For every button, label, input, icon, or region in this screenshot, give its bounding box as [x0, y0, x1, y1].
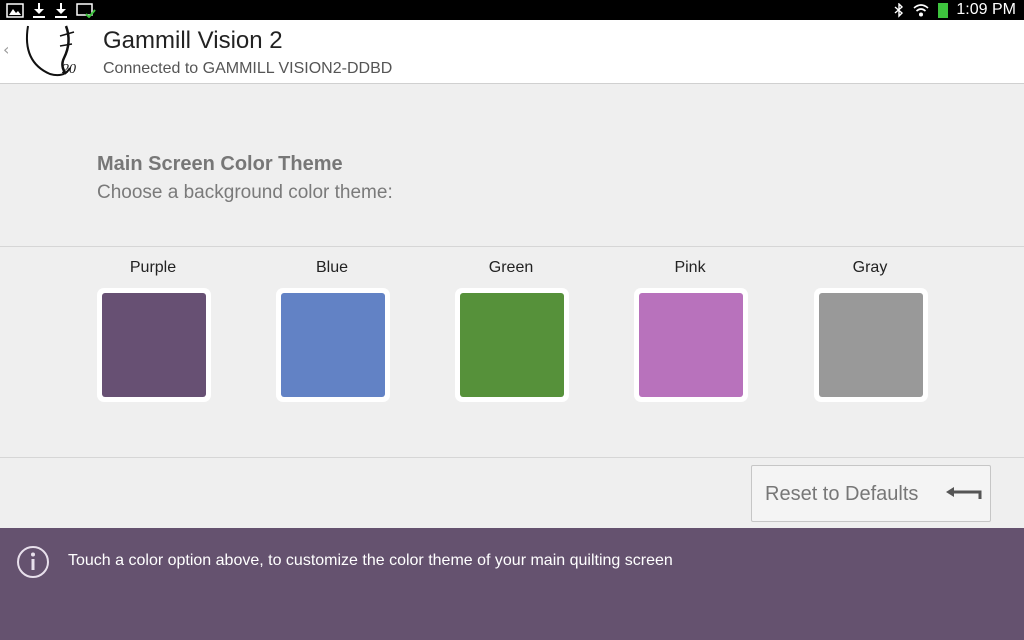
info-icon	[17, 546, 49, 578]
section-title: Main Screen Color Theme	[97, 153, 343, 175]
swatch-frame[interactable]	[455, 288, 569, 402]
color-option-label: Pink	[674, 259, 706, 276]
bluetooth-icon	[894, 2, 904, 18]
color-option-pink[interactable]: Pink	[630, 247, 750, 407]
color-swatch[interactable]	[102, 293, 206, 397]
download-icon	[33, 3, 45, 18]
swatch-frame[interactable]	[634, 288, 748, 402]
color-option-label: Purple	[129, 259, 177, 276]
color-option-gray[interactable]: Gray	[810, 247, 930, 407]
color-theme-options: Purple Blue Green Pink Gray	[0, 247, 1024, 457]
reset-to-defaults-button[interactable]: Reset to Defaults	[751, 465, 991, 522]
app-title: Gammill Vision 2	[103, 27, 283, 54]
download-icon	[55, 3, 67, 18]
color-option-label: Gray	[852, 259, 888, 276]
color-option-label: Blue	[315, 259, 349, 276]
color-swatch[interactable]	[460, 293, 564, 397]
wifi-icon	[913, 3, 929, 16]
color-swatch[interactable]	[281, 293, 385, 397]
section-subtitle: Choose a background color theme:	[97, 182, 393, 203]
info-bar: Touch a color option above, to customize…	[0, 528, 1024, 640]
logo-mark: 20	[62, 62, 76, 77]
swatch-frame[interactable]	[276, 288, 390, 402]
image-icon	[6, 2, 24, 18]
status-bar-system: 1:09 PM	[894, 0, 1016, 20]
divider	[0, 457, 1024, 458]
info-message: Touch a color option above, to customize…	[68, 552, 673, 569]
color-option-label: Green	[488, 259, 534, 276]
color-option-blue[interactable]: Blue	[272, 247, 392, 407]
status-bar-notifications	[6, 2, 96, 18]
battery-icon	[938, 2, 949, 18]
color-swatch[interactable]	[639, 293, 743, 397]
connection-status: Connected to GAMMILL VISION2-DDBD	[103, 60, 393, 77]
color-option-green[interactable]: Green	[451, 247, 571, 407]
app-bar: ‹ 20 Gammill Vision 2 Connected to GAMMI…	[0, 20, 1024, 84]
color-option-purple[interactable]: Purple	[93, 247, 213, 407]
reset-button-label: Reset to Defaults	[765, 483, 919, 505]
return-arrow-icon	[946, 487, 982, 499]
app-logo[interactable]: 20	[20, 22, 86, 82]
status-bar: 1:09 PM	[0, 0, 1024, 20]
cast-icon	[76, 3, 96, 18]
clock: 1:09 PM	[956, 1, 1016, 18]
color-swatch[interactable]	[819, 293, 923, 397]
swatch-frame[interactable]	[97, 288, 211, 402]
swatch-frame[interactable]	[814, 288, 928, 402]
back-chevron-icon[interactable]: ‹	[3, 40, 9, 59]
